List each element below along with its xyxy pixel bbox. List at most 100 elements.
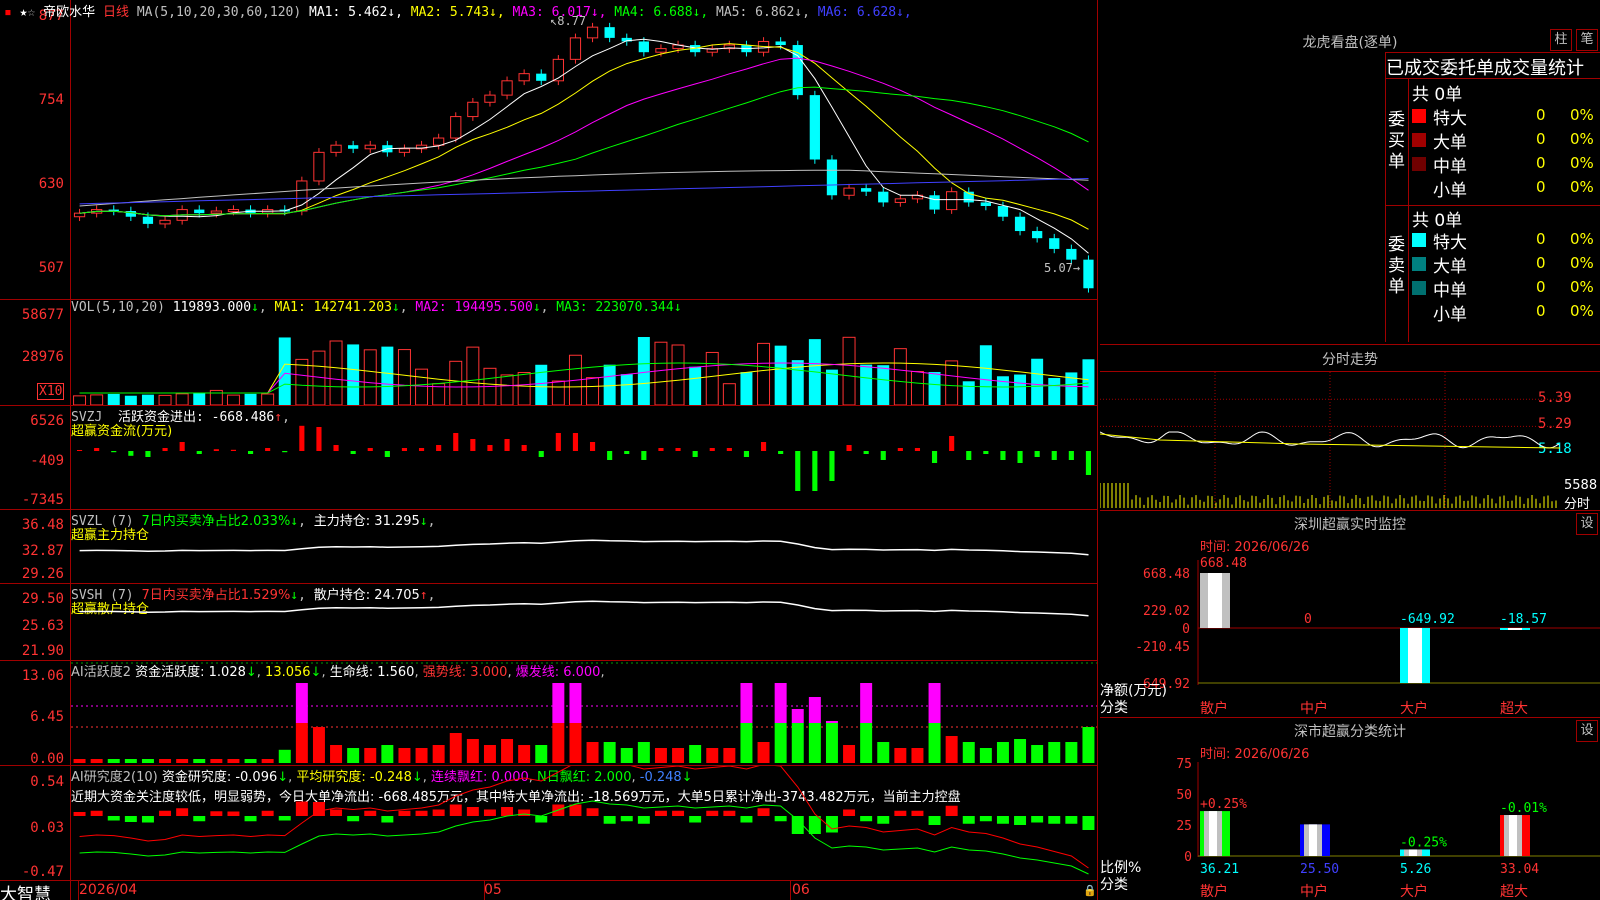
vol-bar	[655, 342, 667, 405]
sz-bar	[1200, 573, 1230, 628]
activity-chart[interactable]	[71, 661, 1097, 765]
order-count: 0	[1536, 130, 1546, 148]
ai-axis-2: 6.45	[0, 709, 64, 725]
activity-bar-top	[740, 683, 752, 723]
chart-area[interactable]: 877 754 630 507 ▪ ★☆ 帝欧水华 日线 MA(5,10,20,…	[0, 0, 1098, 900]
bar-view-button[interactable]: 柱	[1550, 29, 1572, 51]
ss-value: 33.04	[1500, 862, 1539, 877]
vol-bar	[552, 381, 564, 405]
period-label[interactable]: 日线	[103, 5, 129, 20]
order-size-swatch	[1412, 257, 1426, 271]
research-bar	[740, 816, 752, 823]
sz-axis-label: 229.02	[1143, 604, 1190, 619]
activity-bar	[911, 748, 923, 763]
candle	[622, 34, 632, 46]
stat-title: 已成交委托单成交量统计	[1386, 54, 1584, 80]
lhb-title: 龙虎看盘(逐单)	[1270, 32, 1430, 52]
research-bar	[176, 808, 188, 816]
fund-bar	[915, 448, 920, 451]
sz-value: -18.57	[1500, 612, 1547, 627]
tick-view-button[interactable]: 笔	[1576, 29, 1598, 51]
fund-bar	[522, 445, 527, 451]
ss-axis-label: 75	[1176, 757, 1192, 772]
vol-bar	[108, 394, 120, 405]
order-size-label: 小单	[1433, 300, 1467, 325]
ma-value-5: MA5: 6.862↓,	[716, 5, 810, 20]
fund-flow-chart[interactable]	[71, 406, 1097, 509]
activity-bar	[1048, 742, 1060, 763]
sz-category-label: 散户	[1200, 698, 1228, 718]
svzl-axis-2: 32.87	[0, 543, 64, 559]
volume-chart[interactable]	[71, 316, 1097, 405]
vol-bar	[877, 365, 889, 405]
sz-time: 时间: 2026/06/26	[1200, 536, 1309, 555]
research-bar	[142, 816, 154, 823]
activity-bar	[552, 723, 564, 763]
research-bar	[638, 816, 650, 824]
research-bar	[296, 802, 308, 817]
vol-bar	[621, 374, 633, 405]
order-size-label: 小单	[1433, 176, 1467, 201]
fund-bar	[1052, 451, 1057, 460]
research-bar	[587, 808, 599, 816]
sz-monitor-chart[interactable]: 668.48229.020-210.45-649.92668.480 -649.9…	[1100, 555, 1600, 715]
fund-bar	[658, 448, 663, 451]
activity-bar	[245, 759, 257, 763]
star-icon-2: ☆	[27, 5, 35, 20]
activity-bar	[296, 723, 308, 763]
fund-bar	[299, 426, 304, 451]
candlestick-chart[interactable]	[71, 20, 1097, 299]
ma-line-3	[80, 58, 1089, 216]
vol-bar	[91, 395, 103, 405]
activity-bar-top	[552, 683, 564, 723]
vol-bar	[193, 393, 205, 405]
fund-bar	[504, 439, 509, 451]
research-bar	[809, 816, 821, 834]
corner-marker-icon[interactable]: ▪	[4, 5, 12, 20]
activity-bar	[433, 745, 445, 763]
retail-position-chart[interactable]	[71, 584, 1097, 660]
candle	[519, 69, 529, 85]
vol-bar	[518, 372, 530, 405]
research-bar	[997, 816, 1009, 824]
research-bar	[672, 811, 684, 816]
fund-bar	[368, 448, 373, 451]
candle	[810, 91, 820, 164]
activity-bar-top	[809, 697, 821, 723]
candle	[587, 23, 597, 42]
fund-bar	[693, 451, 698, 457]
vol-bar	[176, 394, 188, 405]
activity-bar	[587, 742, 599, 763]
activity-bar	[1014, 739, 1026, 763]
research-bar	[159, 811, 171, 816]
fund-bar	[419, 448, 424, 451]
fund-bar	[351, 451, 356, 454]
research-bar	[826, 816, 838, 833]
lock-icon[interactable]: 🔒	[1083, 884, 1097, 897]
activity-bar	[860, 723, 872, 763]
activity-bar	[467, 739, 479, 763]
fund-bar	[727, 448, 732, 451]
fund-bar	[1069, 451, 1074, 460]
ss-bar	[1200, 811, 1230, 856]
research-bar	[125, 816, 137, 822]
order-size-swatch	[1412, 133, 1426, 147]
research-bar	[330, 810, 342, 817]
vol-axis-2: 28976	[0, 349, 64, 365]
ss-stat-chart[interactable]: 75 50 25 0 36.21 +0.25% 25.50 5.26 -0.25% 33.04 -0…	[1100, 757, 1600, 882]
activity-bar-top	[569, 683, 581, 723]
fund-bar	[864, 451, 869, 454]
ma-label: MA(5,10,20,30,60,120)	[137, 5, 301, 20]
fund-bar	[641, 451, 646, 460]
main-position-chart[interactable]	[71, 510, 1097, 583]
fs-title: 分时走势	[1250, 349, 1450, 369]
vol-bar	[467, 347, 479, 405]
sz-settings-button[interactable]: 设	[1576, 513, 1598, 535]
research-chart[interactable]	[71, 766, 1097, 880]
sz-bar	[1400, 628, 1430, 683]
fund-bar	[761, 442, 766, 451]
ss-settings-button[interactable]: 设	[1576, 720, 1598, 742]
stock-name[interactable]: 帝欧水华	[43, 5, 95, 20]
vol-bar	[1048, 378, 1060, 405]
intraday-chart[interactable]	[1100, 372, 1565, 508]
